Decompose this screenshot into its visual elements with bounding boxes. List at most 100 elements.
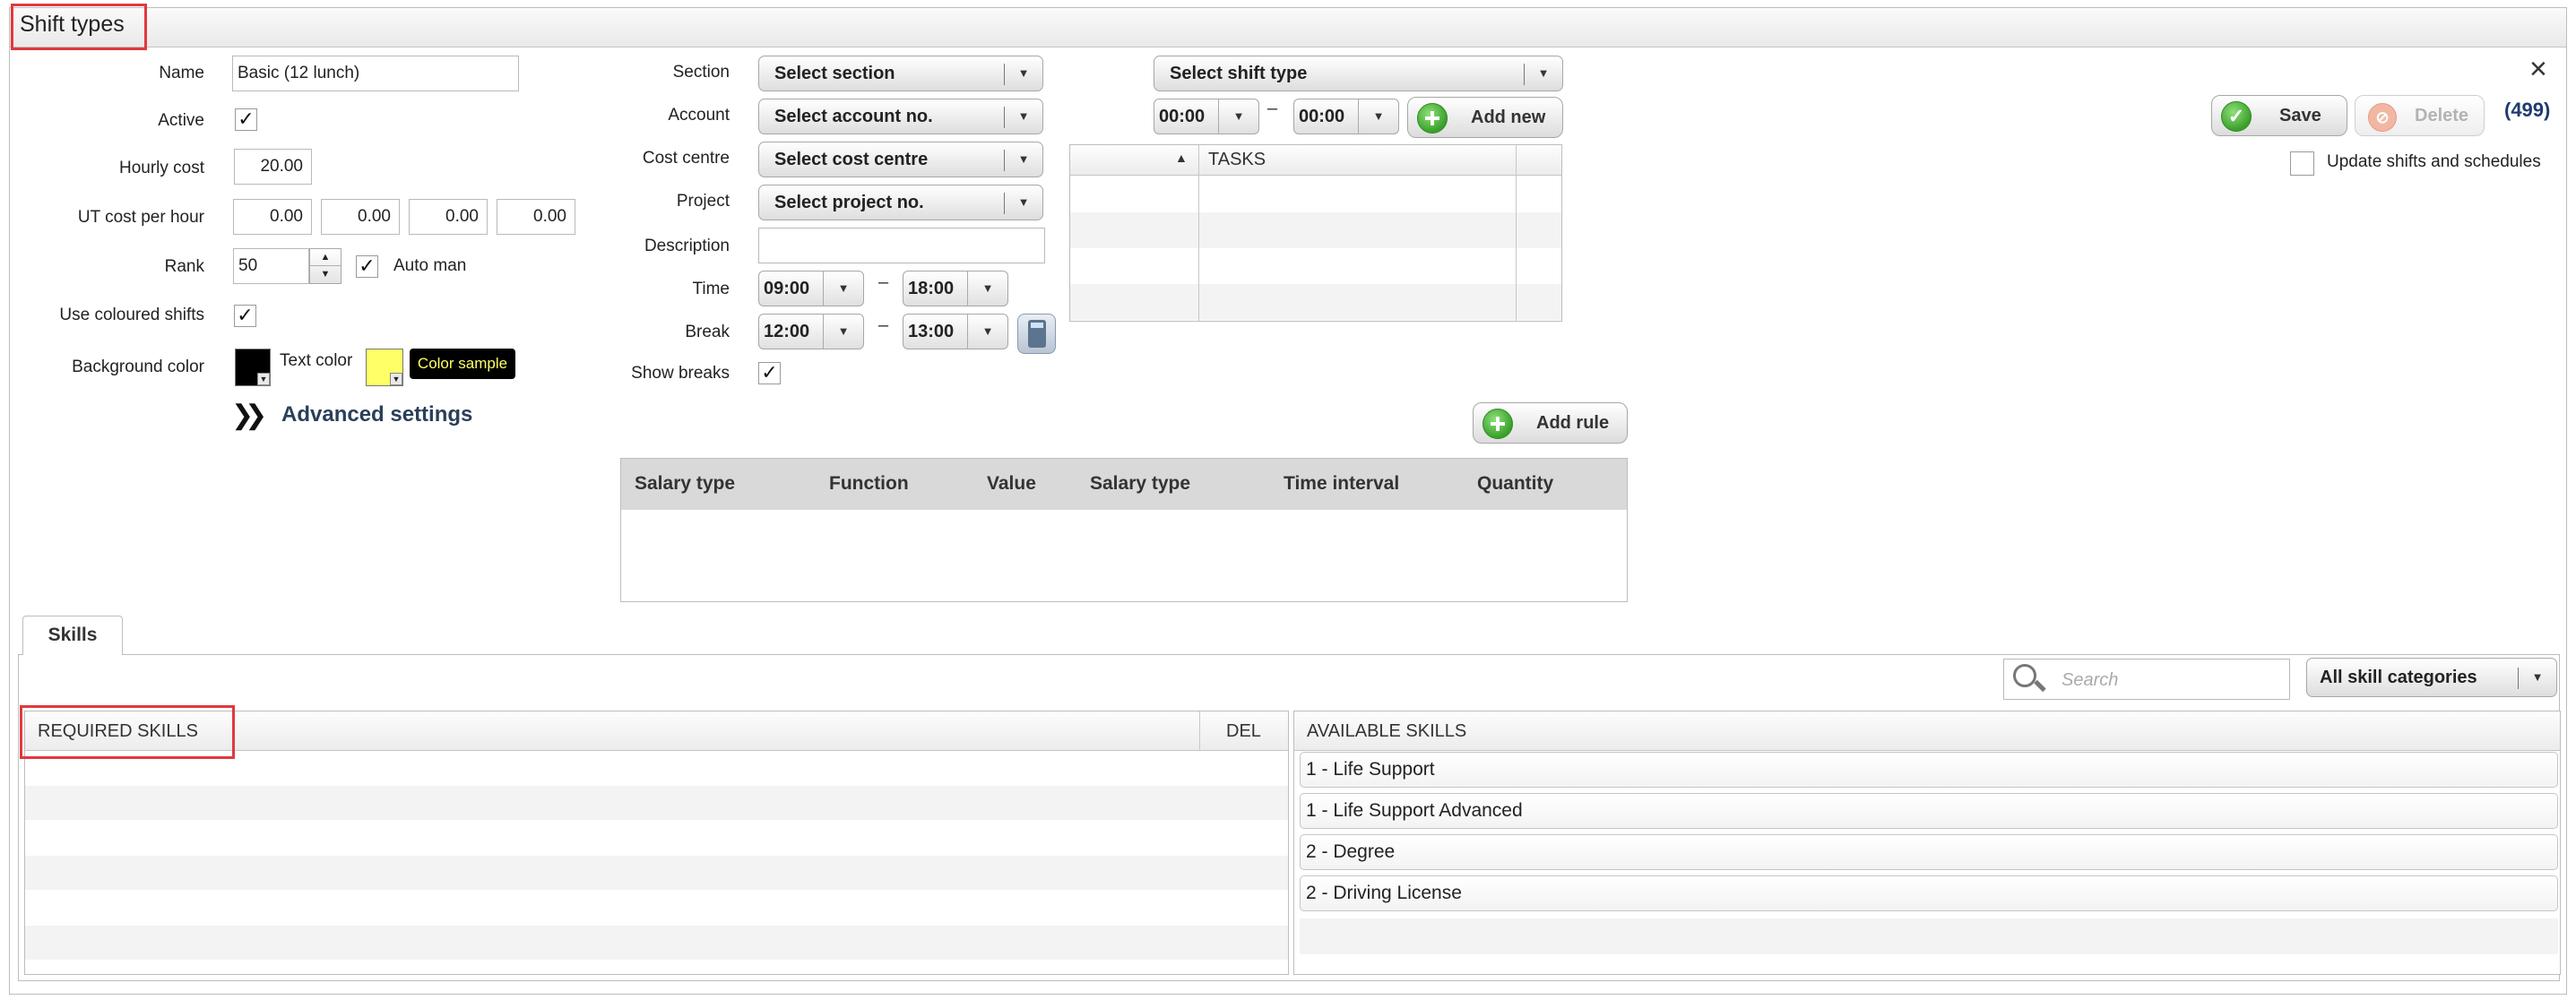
advanced-settings-link[interactable]: Advanced settings: [281, 402, 472, 427]
text-color-picker[interactable]: ▼: [366, 349, 403, 386]
account-label: Account: [668, 106, 730, 125]
shift-type-select-value: Select shift type: [1170, 64, 1308, 83]
task-time-to-value: 00:00: [1299, 107, 1345, 126]
rank-stepper[interactable]: ▲ ▼: [309, 248, 341, 284]
rules-col-value: Value: [987, 473, 1036, 494]
add-new-label: Add new: [1471, 108, 1546, 127]
chevron-down-icon: ▼: [2531, 670, 2544, 684]
plus-icon: [1417, 103, 1448, 134]
project-select[interactable]: Select project no. ▼: [758, 185, 1043, 220]
calculator-icon[interactable]: [1017, 314, 1056, 354]
plus-icon: [1482, 409, 1513, 439]
bg-color-picker[interactable]: ▼: [235, 349, 271, 386]
ut-cost-label: UT cost per hour: [77, 208, 204, 227]
update-shifts-checkbox[interactable]: [2290, 151, 2314, 176]
account-select[interactable]: Select account no. ▼: [758, 99, 1043, 134]
hourly-cost-label: Hourly cost: [118, 159, 204, 177]
use-coloured-checkbox[interactable]: ✓: [234, 305, 256, 327]
time-from-value: 09:00: [764, 279, 810, 298]
chevron-down-icon: ▼: [981, 281, 994, 295]
auto-man-checkbox[interactable]: ✓: [356, 255, 378, 278]
skill-category-select[interactable]: All skill categories ▼: [2306, 658, 2557, 697]
rank-input[interactable]: 50: [233, 248, 309, 284]
hourly-cost-input[interactable]: 20.00: [234, 149, 312, 185]
time-label: Time: [692, 280, 730, 298]
active-label: Active: [158, 111, 204, 130]
no-entry-icon: ⊘: [2368, 103, 2397, 132]
use-coloured-label: Use coloured shifts: [59, 306, 204, 324]
chevron-down-icon: ▼: [1017, 195, 1030, 209]
update-shifts-label: Update shifts and schedules: [2327, 152, 2541, 171]
tasks-column-header[interactable]: TASKS: [1208, 150, 1266, 170]
del-column-header: DEL: [1226, 721, 1261, 741]
available-skill-item[interactable]: 1 - Life Support: [1300, 752, 2558, 788]
chevron-down-icon: ▼: [390, 373, 402, 385]
delete-label: Delete: [2415, 106, 2469, 125]
description-label: Description: [644, 237, 730, 255]
add-rule-button[interactable]: Add rule: [1473, 402, 1628, 444]
section-select[interactable]: Select section ▼: [758, 56, 1043, 91]
ut-cost-input-3[interactable]: 0.00: [409, 199, 488, 235]
name-input[interactable]: Basic (12 lunch): [232, 56, 519, 91]
delete-button[interactable]: ⊘ Delete: [2355, 95, 2485, 136]
time-separator: –: [878, 272, 889, 292]
cost-centre-label: Cost centre: [642, 149, 730, 168]
time-from-select[interactable]: 09:00 ▼: [758, 271, 864, 306]
project-label: Project: [676, 192, 730, 211]
rules-col-time-interval: Time interval: [1284, 473, 1400, 494]
show-breaks-checkbox[interactable]: ✓: [758, 362, 781, 384]
chevron-down-icon: ▼: [1017, 109, 1030, 123]
auto-man-label: Auto man: [393, 256, 467, 275]
task-time-from-select[interactable]: 00:00 ▼: [1154, 99, 1259, 134]
add-new-button[interactable]: Add new: [1407, 97, 1563, 138]
close-icon[interactable]: ×: [2529, 54, 2547, 84]
rules-col-salary-type-2: Salary type: [1090, 473, 1191, 494]
chevron-down-icon: ▼: [981, 324, 994, 338]
break-from-select[interactable]: 12:00 ▼: [758, 314, 864, 349]
skills-search-field[interactable]: Search: [2003, 659, 2290, 700]
rules-col-salary-type: Salary type: [635, 473, 736, 494]
sort-ascending-icon[interactable]: ▲: [1175, 151, 1188, 165]
break-to-select[interactable]: 13:00 ▼: [903, 314, 1008, 349]
active-checkbox[interactable]: ✓: [235, 108, 257, 131]
color-sample: Color sample: [410, 349, 515, 379]
ut-cost-input-1[interactable]: 0.00: [233, 199, 312, 235]
description-input[interactable]: [758, 228, 1045, 263]
bg-color-label: Background color: [72, 358, 204, 376]
section-select-value: Select section: [774, 64, 895, 83]
cost-centre-select-value: Select cost centre: [774, 150, 929, 169]
available-skill-item[interactable]: 2 - Driving License: [1300, 875, 2558, 911]
project-select-value: Select project no.: [774, 193, 924, 212]
salary-rules-table: Salary type Function Value Salary type T…: [620, 458, 1628, 602]
chevron-down-icon[interactable]: ▼: [310, 266, 341, 283]
skills-search-placeholder: Search: [2062, 670, 2119, 690]
break-from-value: 12:00: [764, 322, 810, 341]
required-skills-highlight: [20, 705, 235, 759]
text-color-label: Text color: [280, 351, 353, 370]
double-chevron-right-icon[interactable]: ❯❯: [231, 400, 267, 431]
rank-label: Rank: [164, 257, 204, 276]
shift-type-select[interactable]: Select shift type ▼: [1154, 56, 1563, 91]
rules-col-quantity: Quantity: [1477, 473, 1554, 494]
window-titlebar: [10, 8, 2566, 47]
skill-category-value: All skill categories: [2320, 668, 2477, 687]
account-select-value: Select account no.: [774, 107, 933, 126]
available-skill-item[interactable]: 2 - Degree: [1300, 834, 2558, 870]
chevron-up-icon[interactable]: ▲: [310, 249, 341, 266]
cost-centre-select[interactable]: Select cost centre ▼: [758, 142, 1043, 177]
time-to-select[interactable]: 18:00 ▼: [903, 271, 1008, 306]
chevron-down-icon: ▼: [837, 281, 850, 295]
check-icon: ✓: [2221, 101, 2252, 132]
title-highlight: [11, 4, 147, 50]
save-button[interactable]: ✓ Save: [2211, 95, 2347, 136]
ut-cost-input-2[interactable]: 0.00: [321, 199, 400, 235]
record-count: (499): [2504, 99, 2551, 121]
save-label: Save: [2279, 106, 2321, 125]
ut-cost-input-4[interactable]: 0.00: [497, 199, 575, 235]
add-rule-label: Add rule: [1536, 413, 1610, 433]
search-icon: [2013, 664, 2036, 687]
tab-skills[interactable]: Skills: [22, 616, 123, 655]
task-time-to-select[interactable]: 00:00 ▼: [1293, 99, 1399, 134]
available-skill-item[interactable]: 1 - Life Support Advanced: [1300, 793, 2558, 829]
tasks-table: ▲ TASKS: [1069, 144, 1562, 322]
